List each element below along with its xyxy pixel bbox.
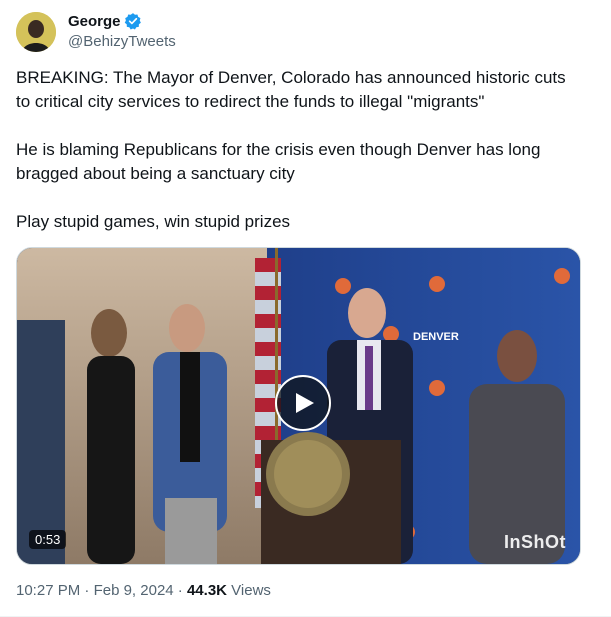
tweet-meta: 10:27 PM · Feb 9, 2024 · 44.3K Views <box>16 582 271 599</box>
tweet-text: BREAKING: The Mayor of Denver, Colorado … <box>16 66 576 234</box>
backdrop-text: DENVER <box>413 331 459 343</box>
tweet-paragraph: BREAKING: The Mayor of Denver, Colorado … <box>16 68 566 111</box>
verified-badge-icon <box>124 12 142 30</box>
display-name[interactable]: George <box>68 13 121 30</box>
play-button[interactable] <box>275 375 331 431</box>
tweet-paragraph: He is blaming Republicans for the crisis… <box>16 140 541 183</box>
video-duration: 0:53 <box>29 530 67 549</box>
video-watermark: InShOt <box>504 532 566 552</box>
video-player[interactable]: DENVER 0:53 InShOt <box>16 247 581 565</box>
play-icon <box>294 391 316 415</box>
tweet-paragraph: Play stupid games, win stupid prizes <box>16 212 291 231</box>
views-count: 44.3K <box>186 582 227 599</box>
tweet-date[interactable]: Feb 9, 2024 <box>94 582 174 599</box>
avatar[interactable] <box>16 12 56 52</box>
tweet-time[interactable]: 10:27 PM <box>16 582 80 599</box>
author-handle[interactable]: @BehizyTweets <box>68 33 176 50</box>
meta-separator: · <box>177 582 183 599</box>
views-label: Views <box>231 582 271 599</box>
meta-separator: · <box>84 582 90 599</box>
